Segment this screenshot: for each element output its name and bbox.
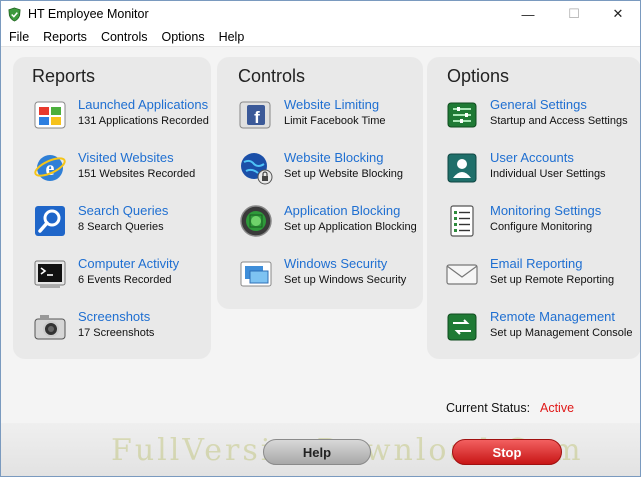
option-general-settings-sub: Startup and Access Settings — [490, 115, 628, 127]
report-visited-websites[interactable]: e Visited Websites 151 Websites Recorded — [32, 150, 207, 190]
control-website-blocking[interactable]: Website Blocking Set up Website Blocking — [238, 150, 420, 190]
current-status-value: Active — [540, 401, 575, 415]
title-bar: HT Employee Monitor — ☐ ✕ — [1, 1, 640, 27]
windows-security-icon — [240, 261, 272, 287]
menu-help[interactable]: Help — [212, 27, 252, 47]
options-panel: Options General Settings Startup and Acc… — [427, 57, 640, 359]
report-search-queries[interactable]: Search Queries 8 Search Queries — [32, 203, 207, 243]
help-button[interactable]: Help — [263, 439, 371, 465]
applications-icon — [34, 101, 66, 129]
minimize-button[interactable]: — — [505, 1, 551, 27]
option-general-settings-label: General Settings — [490, 97, 587, 112]
menu-file[interactable]: File — [1, 27, 36, 47]
option-remote-management-label: Remote Management — [490, 309, 616, 324]
control-windows-security[interactable]: Windows Security Set up Windows Security — [238, 256, 420, 296]
menu-reports[interactable]: Reports — [36, 27, 94, 47]
option-email-reporting[interactable]: Email Reporting Set up Remote Reporting — [444, 256, 640, 296]
window-title: HT Employee Monitor — [28, 7, 149, 21]
option-user-accounts[interactable]: User Accounts Individual User Settings — [444, 150, 640, 190]
camera-icon — [34, 315, 66, 340]
report-screenshots[interactable]: Screenshots 17 Screenshots — [32, 309, 207, 349]
remote-management-icon — [447, 313, 477, 341]
menu-options[interactable]: Options — [154, 27, 211, 47]
report-screenshots-sub: 17 Screenshots — [78, 327, 155, 339]
control-windows-security-label: Windows Security — [284, 256, 388, 271]
report-launched-applications-label: Launched Applications — [78, 97, 209, 112]
user-accounts-icon — [447, 153, 477, 183]
bottom-bar: FullVersionDownload.Com Help Stop — [1, 423, 640, 476]
control-application-blocking-sub: Set up Application Blocking — [284, 221, 417, 233]
control-application-blocking[interactable]: Application Blocking Set up Application … — [238, 203, 420, 243]
report-computer-activity-sub: 6 Events Recorded — [78, 274, 172, 286]
report-computer-activity[interactable]: Computer Activity 6 Events Recorded — [32, 256, 207, 296]
shield-icon — [8, 7, 21, 21]
main-window: HT Employee Monitor — ☐ ✕ File Reports C… — [0, 0, 641, 477]
report-visited-websites-sub: 151 Websites Recorded — [78, 168, 196, 180]
option-general-settings[interactable]: General Settings Startup and Access Sett… — [444, 97, 640, 137]
controls-panel: Controls f Website Limiting Limit Facebo… — [217, 57, 423, 309]
application-block-icon — [240, 205, 272, 237]
control-website-limiting-label: Website Limiting — [284, 97, 380, 112]
option-monitoring-settings-sub: Configure Monitoring — [490, 221, 593, 233]
control-application-blocking-label: Application Blocking — [284, 203, 401, 218]
svg-text:f: f — [254, 108, 260, 127]
report-search-queries-label: Search Queries — [78, 203, 169, 218]
report-visited-websites-label: Visited Websites — [78, 150, 174, 165]
option-email-reporting-label: Email Reporting — [490, 256, 583, 271]
report-computer-activity-label: Computer Activity — [78, 256, 180, 271]
current-status-label: Current Status: — [446, 401, 531, 415]
control-website-limiting[interactable]: f Website Limiting Limit Facebook Time — [238, 97, 420, 137]
content-area: Reports Launched Applications 131 Applic… — [1, 47, 640, 476]
control-windows-security-sub: Set up Windows Security — [284, 274, 407, 286]
menu-controls[interactable]: Controls — [94, 27, 155, 47]
reports-panel: Reports Launched Applications 131 Applic… — [13, 57, 211, 359]
option-email-reporting-sub: Set up Remote Reporting — [490, 274, 615, 286]
control-website-blocking-sub: Set up Website Blocking — [284, 168, 404, 180]
report-search-queries-sub: 8 Search Queries — [78, 221, 164, 233]
report-launched-applications-sub: 131 Applications Recorded — [78, 115, 209, 127]
internet-explorer-icon: e — [34, 155, 66, 181]
close-button[interactable]: ✕ — [595, 1, 640, 27]
terminal-icon — [34, 260, 66, 288]
control-website-blocking-label: Website Blocking — [284, 150, 384, 165]
control-website-limiting-sub: Limit Facebook Time — [284, 115, 386, 127]
option-remote-management-sub: Set up Management Console — [490, 327, 633, 339]
options-title: Options — [447, 66, 510, 86]
option-monitoring-settings[interactable]: Monitoring Settings Configure Monitoring — [444, 203, 640, 243]
option-remote-management[interactable]: Remote Management Set up Management Cons… — [444, 309, 640, 349]
maximize-button[interactable]: ☐ — [551, 1, 597, 27]
globe-lock-icon — [241, 153, 273, 185]
facebook-icon: f — [239, 101, 271, 129]
controls-title: Controls — [238, 66, 306, 86]
settings-icon — [447, 102, 477, 128]
report-launched-applications[interactable]: Launched Applications 131 Applications R… — [32, 97, 209, 137]
stop-button[interactable]: Stop — [452, 439, 562, 465]
option-user-accounts-sub: Individual User Settings — [490, 168, 606, 180]
email-icon — [446, 264, 478, 285]
reports-title: Reports — [32, 66, 96, 86]
option-monitoring-settings-label: Monitoring Settings — [490, 203, 602, 218]
search-icon — [35, 206, 65, 236]
menu-bar: File Reports Controls Options Help — [1, 27, 640, 47]
report-screenshots-label: Screenshots — [78, 309, 151, 324]
monitoring-icon — [450, 205, 474, 237]
option-user-accounts-label: User Accounts — [490, 150, 574, 165]
